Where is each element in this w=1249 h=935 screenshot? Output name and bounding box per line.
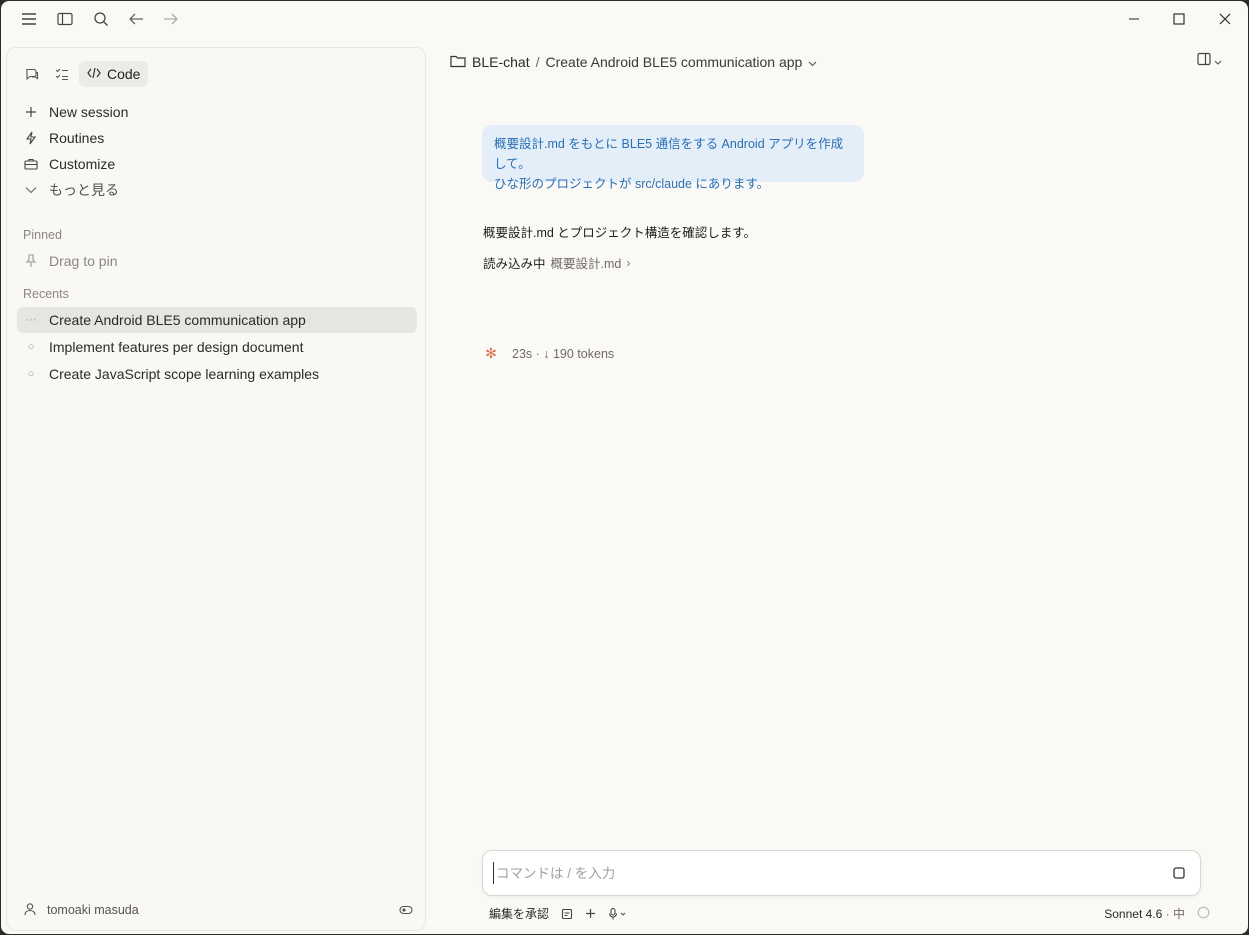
code-mode-label: Code [107,66,141,82]
bolt-icon [23,130,39,146]
nav-label: もっと見る [49,182,119,198]
side-panel-toggle[interactable] [1197,52,1222,71]
recent-item[interactable]: ··· Create Android BLE5 communication ap… [17,307,417,333]
menu-icon[interactable] [18,8,40,30]
composer-toolbar: 編集を承認 [489,905,626,922]
back-arrow-icon[interactable] [125,8,147,30]
model-selector[interactable]: Sonnet 4.6 · 中 [1104,905,1210,922]
idle-indicator-icon: ○ [27,341,35,353]
sidebar: Code New session Routines Customize もっと見… [6,47,426,931]
context-usage-icon [1197,906,1210,922]
idle-indicator-icon: ○ [27,368,35,380]
nav-label: Customize [49,156,116,172]
folder-icon [450,54,466,71]
tool-activity-row[interactable]: 読み込み中 概要設計.md › [483,253,630,272]
user-message-line: ひな形のプロジェクトが src/claude にあります。 [494,177,770,191]
search-icon[interactable] [90,8,112,30]
recent-item[interactable]: ○ Create JavaScript scope learning examp… [17,361,417,387]
nav-label: Routines [49,130,105,146]
user-icon [23,902,37,919]
model-effort: · 中 [1165,907,1185,921]
pin-icon [23,253,39,269]
minimize-icon[interactable] [1114,7,1154,31]
maximize-icon[interactable] [1159,7,1199,31]
forward-arrow-icon[interactable] [160,8,182,30]
nav-label: New session [49,104,129,120]
chevron-down-icon[interactable] [808,54,817,70]
customize-button[interactable]: Customize [23,153,115,175]
drag-to-pin-label: Drag to pin [49,253,118,269]
generation-status: ✻ 23s · ↓ 190 tokens [484,345,614,362]
tool-status: 読み込み中 [483,257,546,271]
pinned-heading: Pinned [23,228,62,242]
chevron-down-icon [1214,53,1222,71]
briefcase-icon [23,156,39,172]
user-name: tomoaki masuda [47,903,139,917]
generation-stats: 23s · ↓ 190 tokens [512,346,615,361]
title-bar [1,1,1248,37]
code-mode-tab[interactable]: Code [79,61,149,87]
project-folder-link[interactable]: BLE-chat [472,54,530,70]
user-message: 概要設計.md をもとに BLE5 通信をする Android アプリを作成して… [482,125,864,191]
panel-icon [1197,52,1211,71]
accept-edits-button[interactable]: 編集を承認 [489,905,549,922]
mode-switcher: Code [19,61,149,87]
microphone-icon[interactable] [608,907,626,920]
tasks-mode-icon[interactable] [49,61,75,87]
chevron-down-icon [23,182,39,198]
sidebar-toggle-icon[interactable] [54,8,76,30]
routines-button[interactable]: Routines [23,127,104,149]
chevron-right-icon: › [626,255,631,270]
close-icon[interactable] [1205,7,1245,31]
code-icon [87,66,101,82]
drag-to-pin-hint: Drag to pin [23,250,117,272]
session-title[interactable]: Create Android BLE5 communication app [545,54,802,70]
user-account-row[interactable]: tomoaki masuda [23,900,413,920]
recents-heading: Recents [23,287,69,301]
app-window: Code New session Routines Customize もっと見… [1,1,1248,934]
user-message-line: 概要設計.md をもとに BLE5 通信をする Android アプリを作成して… [494,137,844,171]
recent-item[interactable]: ○ Implement features per design document [17,334,417,360]
settings-toggle-icon[interactable] [399,905,413,915]
more-button[interactable]: もっと見る [23,179,119,201]
tool-file-name: 概要設計.md [550,257,622,271]
breadcrumb: BLE-chat / Create Android BLE5 communica… [450,51,817,73]
chat-mode-icon[interactable] [19,61,45,87]
model-name: Sonnet 4.6 [1104,907,1163,921]
recent-item-label: Create Android BLE5 communication app [49,312,306,328]
running-indicator-icon: ··· [25,314,37,326]
prompt-input[interactable] [493,862,1133,884]
new-session-button[interactable]: New session [23,101,128,123]
stop-icon[interactable] [1172,866,1186,880]
recent-item-label: Create JavaScript scope learning example… [49,366,320,382]
assistant-message: 概要設計.md とプロジェクト構造を確認します。 [483,226,757,240]
recent-item-label: Implement features per design document [49,339,304,355]
add-icon[interactable] [585,908,596,919]
spark-icon: ✻ [485,345,497,361]
breadcrumb-separator: / [535,54,540,70]
composer [482,850,1201,896]
plus-icon [23,104,39,120]
plan-icon[interactable] [561,908,573,920]
